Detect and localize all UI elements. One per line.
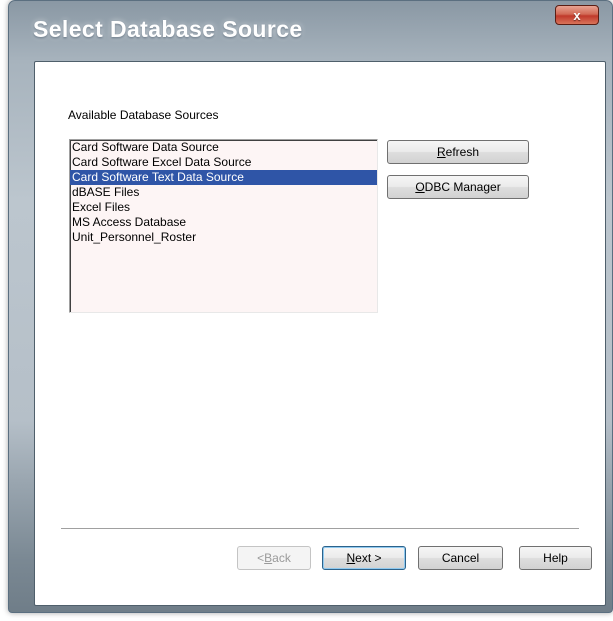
- available-sources-label: Available Database Sources: [68, 108, 219, 122]
- back-button[interactable]: < Back: [237, 546, 311, 570]
- refresh-button[interactable]: Refresh: [387, 140, 529, 164]
- list-item[interactable]: Card Software Excel Data Source: [70, 155, 377, 170]
- footer-separator: [61, 528, 579, 530]
- list-item[interactable]: Unit_Personnel_Roster: [70, 230, 377, 245]
- list-item[interactable]: Card Software Data Source: [70, 140, 377, 155]
- list-item[interactable]: Excel Files: [70, 200, 377, 215]
- close-button[interactable]: x: [555, 5, 599, 25]
- list-item[interactable]: dBASE Files: [70, 185, 377, 200]
- list-item-selected[interactable]: Card Software Text Data Source: [70, 170, 377, 185]
- help-button[interactable]: Help: [519, 546, 592, 570]
- dialog-client-area: Available Database Sources Card Software…: [34, 61, 606, 606]
- window-title: Select Database Source: [33, 16, 303, 42]
- list-item[interactable]: MS Access Database: [70, 215, 377, 230]
- odbc-manager-button[interactable]: O DBC Manager: [387, 175, 529, 199]
- database-sources-listbox[interactable]: Card Software Data Source Card Software …: [69, 139, 378, 313]
- cancel-button[interactable]: Cancel: [418, 546, 503, 570]
- dialog-window: Select Database Source x Available Datab…: [8, 0, 613, 613]
- next-button[interactable]: Next >: [322, 546, 406, 570]
- close-icon: x: [573, 7, 581, 23]
